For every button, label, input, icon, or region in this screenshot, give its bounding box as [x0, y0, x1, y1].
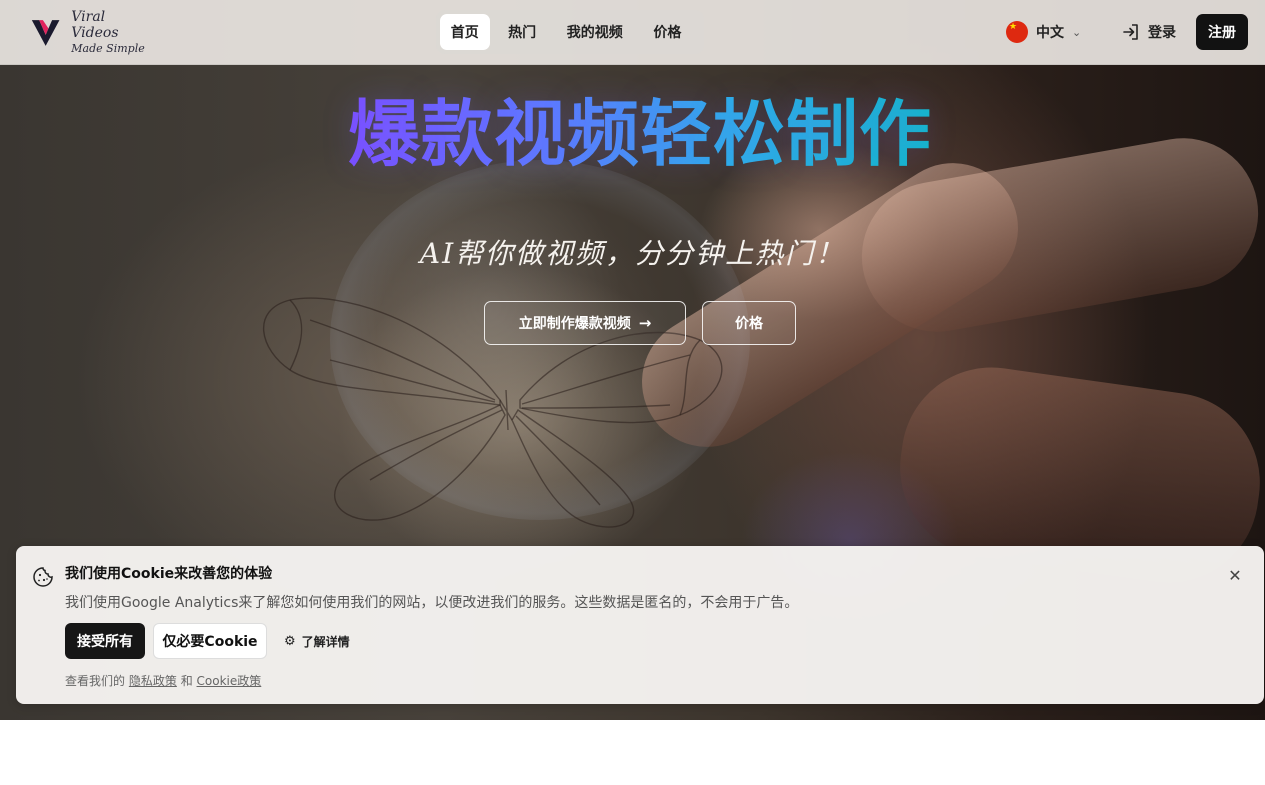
chevron-down-icon: ⌄ — [1072, 25, 1082, 39]
hero-subtitle: AI帮你做视频，分分钟上热门！ — [419, 237, 846, 270]
main-nav: 首页 热门 我的视频 价格 — [436, 10, 704, 54]
nav-item-pricing[interactable]: 价格 — [639, 14, 696, 50]
arrow-right-icon: → — [638, 314, 652, 332]
hero-title: 爆款视频轻松制作 — [340, 92, 940, 176]
cookie-icon — [33, 567, 53, 587]
learn-more-label: 了解详情 — [301, 634, 350, 649]
privacy-policy-link[interactable]: 隐私政策 — [129, 674, 177, 688]
language-selector[interactable]: 中文 ⌄ — [1006, 18, 1081, 46]
login-label: 登录 — [1148, 25, 1176, 41]
accept-all-cookies-button[interactable]: 接受所有 — [65, 623, 145, 659]
login-button[interactable]: 登录 — [1122, 18, 1176, 46]
create-video-button[interactable]: 立即制作爆款视频 → — [484, 301, 686, 345]
footer-and: 和 — [180, 674, 193, 688]
logo-v-icon — [31, 20, 60, 46]
top-navbar: Viral Videos Made Simple 首页 热门 我的视频 价格 中… — [0, 0, 1265, 65]
login-icon — [1123, 24, 1138, 40]
logo-line-2: Made Simple — [71, 42, 145, 55]
pricing-button[interactable]: 价格 — [702, 301, 796, 345]
logo-text: Viral Videos Made Simple — [71, 9, 150, 57]
close-icon[interactable]: ✕ — [1224, 564, 1246, 586]
cookie-policy-link[interactable]: Cookie政策 — [197, 674, 262, 688]
gear-icon: ⚙ — [284, 633, 296, 649]
footer-prefix: 查看我们的 — [65, 674, 126, 688]
china-flag-icon — [1006, 21, 1028, 43]
signup-button[interactable]: 注册 — [1196, 14, 1248, 50]
cookie-banner-footer: 查看我们的 隐私政策 和 Cookie政策 — [65, 672, 261, 689]
language-label: 中文 — [1036, 25, 1064, 41]
pricing-button-label: 价格 — [735, 316, 763, 332]
nav-item-trending[interactable]: 热门 — [494, 14, 551, 50]
cookie-banner-title: 我们使用Cookie来改善您的体验 — [65, 566, 273, 582]
logo[interactable]: Viral Videos Made Simple — [30, 9, 150, 55]
nav-item-home[interactable]: 首页 — [440, 14, 490, 50]
cookie-banner-description: 我们使用Google Analytics来了解您如何使用我们的网站，以便改进我们… — [65, 595, 799, 611]
cookie-banner: 我们使用Cookie来改善您的体验 我们使用Google Analytics来了… — [16, 546, 1264, 704]
learn-more-button[interactable]: ⚙ 了解详情 — [284, 623, 350, 659]
nav-item-my-videos[interactable]: 我的视频 — [555, 14, 635, 50]
logo-line-1: Viral Videos — [71, 9, 119, 41]
create-video-button-label: 立即制作爆款视频 — [518, 316, 631, 332]
necessary-cookies-button[interactable]: 仅必要Cookie — [153, 623, 267, 659]
